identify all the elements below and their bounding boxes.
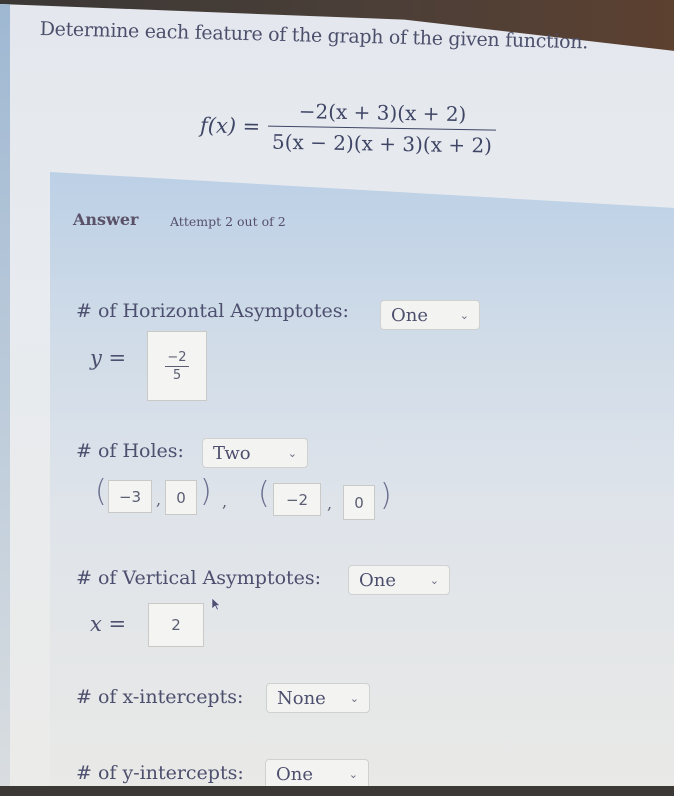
hole-2-y-value: 0 (354, 493, 364, 512)
y-intercepts-select[interactable]: One ⌄ (265, 759, 369, 789)
function-formula: f(x) = −2(x + 3)(x + 2) 5(x − 2)(x + 3)(… (199, 97, 497, 158)
left-edge-strip (0, 4, 10, 786)
x-intercepts-selected: None (277, 687, 326, 709)
vertical-asymptote-value: 2 (171, 616, 181, 634)
answer-heading: Answer (73, 210, 139, 229)
holes-selected: Two (213, 442, 251, 464)
hole-1-y-value: 0 (176, 488, 186, 507)
hole-1-comma: , (156, 490, 162, 509)
horizontal-asymptotes-selected: One (391, 304, 429, 326)
horizontal-asymptotes-select[interactable]: One ⌄ (380, 300, 480, 330)
holes-label: # of Holes: (76, 440, 184, 462)
vertical-asymptotes-select[interactable]: One ⌄ (348, 565, 450, 595)
horizontal-asymptote-var: y = (90, 346, 127, 370)
hole-2-comma: , (327, 494, 333, 513)
hole-1-x-value: −3 (118, 487, 142, 506)
vertical-asymptote-input[interactable]: 2 (148, 603, 204, 647)
horizontal-asymptotes-label: # of Horizontal Asymptotes: (76, 300, 349, 322)
chevron-down-icon: ⌄ (287, 447, 297, 460)
hole-2-x-value: −2 (285, 490, 309, 509)
x-intercepts-select[interactable]: None ⌄ (266, 683, 370, 713)
horizontal-asymptote-input[interactable]: −2 5 (147, 331, 207, 401)
function-fraction: −2(x + 3)(x + 2) 5(x − 2)(x + 3)(x + 2) (267, 99, 497, 158)
y-intercepts-selected: One (276, 763, 314, 785)
horizontal-asymptote-numerator: −2 (165, 349, 189, 367)
y-intercepts-label: # of y-intercepts: (76, 762, 244, 784)
function-lhs: f(x) = (199, 112, 261, 138)
attempt-counter: Attempt 2 out of 2 (170, 214, 286, 229)
mouse-pointer-icon (211, 597, 221, 611)
chevron-down-icon: ⌄ (459, 309, 469, 322)
vertical-asymptotes-selected: One (359, 569, 397, 591)
hole-1-x-input[interactable]: −3 (108, 480, 152, 513)
holes-select[interactable]: Two ⌄ (202, 438, 308, 468)
hole-2-x-input[interactable]: −2 (273, 483, 321, 516)
hole-1-open-paren: ( (95, 474, 107, 509)
horizontal-asymptote-denominator: 5 (172, 367, 182, 383)
chevron-down-icon: ⌄ (349, 692, 359, 705)
x-intercepts-label: # of x-intercepts: (76, 686, 244, 708)
function-denominator: 5(x − 2)(x + 3)(x + 2) (267, 125, 497, 158)
monitor-bezel-bottom (0, 786, 674, 796)
vertical-asymptotes-label: # of Vertical Asymptotes: (76, 567, 322, 589)
hole-1-y-input[interactable]: 0 (165, 480, 197, 515)
holes-separator-comma: , (222, 492, 228, 511)
hole-2-open-paren: ( (258, 476, 270, 511)
chevron-down-icon: ⌄ (429, 574, 439, 587)
chevron-down-icon: ⌄ (348, 768, 358, 781)
function-numerator: −2(x + 3)(x + 2) (298, 99, 467, 127)
vertical-asymptote-var: x = (90, 612, 127, 636)
hole-2-close-paren: ) (380, 478, 392, 513)
hole-1-close-paren: ) (200, 474, 212, 509)
hole-2-y-input[interactable]: 0 (343, 485, 375, 520)
